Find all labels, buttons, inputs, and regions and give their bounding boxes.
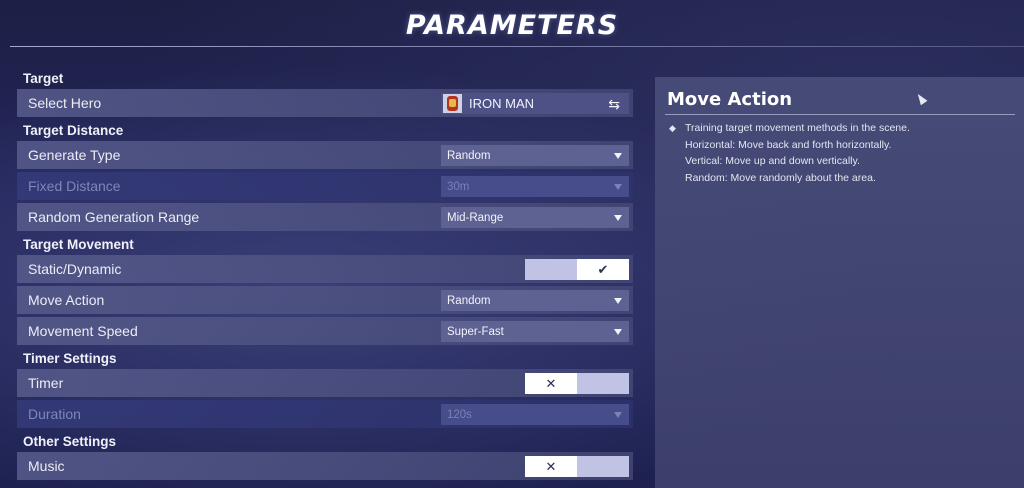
row-timer[interactable]: Timer ✕ xyxy=(17,369,633,397)
description-line: Training target movement methods in the … xyxy=(685,122,910,134)
hero-name: IRON MAN xyxy=(469,96,534,111)
info-panel-divider xyxy=(665,114,1015,115)
row-duration: Duration 120s xyxy=(17,400,633,428)
section-header-timer-settings: Timer Settings xyxy=(23,351,117,366)
row-label: Generate Type xyxy=(28,147,121,163)
dropdown-value: Random xyxy=(447,294,491,307)
toggle-on-side[interactable] xyxy=(577,373,629,394)
check-icon[interactable]: ✔ xyxy=(577,259,629,280)
row-fixed-distance: Fixed Distance 30m xyxy=(17,172,633,200)
chevron-down-icon xyxy=(614,329,622,335)
row-label: Random Generation Range xyxy=(28,209,200,225)
music-toggle[interactable]: ✕ xyxy=(525,456,629,477)
random-range-dropdown[interactable]: Mid-Range xyxy=(441,207,629,228)
row-label: Duration xyxy=(28,406,81,422)
row-select-hero[interactable]: Select Hero IRON MAN ⇆ xyxy=(17,89,633,117)
row-static-dynamic[interactable]: Static/Dynamic ✔ xyxy=(17,255,633,283)
chevron-down-icon xyxy=(614,298,622,304)
chevron-down-icon xyxy=(614,153,622,159)
toggle-off-side[interactable] xyxy=(525,259,577,280)
row-label: Movement Speed xyxy=(28,323,138,339)
row-label: Music xyxy=(28,458,65,474)
row-label: Move Action xyxy=(28,292,105,308)
row-label: Timer xyxy=(28,375,64,391)
row-label: Static/Dynamic xyxy=(28,261,122,277)
move-action-dropdown[interactable]: Random xyxy=(441,290,629,311)
close-icon[interactable]: ✕ xyxy=(525,373,577,394)
row-label: Select Hero xyxy=(28,95,102,111)
close-icon[interactable]: ✕ xyxy=(525,456,577,477)
duration-dropdown: 120s xyxy=(441,404,629,425)
description-line: Vertical: Move up and down vertically. xyxy=(685,155,860,167)
timer-toggle[interactable]: ✕ xyxy=(525,373,629,394)
section-header-target: Target xyxy=(23,71,64,86)
row-move-action[interactable]: Move Action Random xyxy=(17,286,633,314)
toggle-on-side[interactable] xyxy=(577,456,629,477)
section-header-other-settings: Other Settings xyxy=(23,434,117,449)
fixed-distance-dropdown: 30m xyxy=(441,176,629,197)
title-divider xyxy=(10,46,1024,47)
generate-type-dropdown[interactable]: Random xyxy=(441,145,629,166)
bullet-icon: ◆ xyxy=(669,123,676,133)
info-panel: Move Action ◆ Training target movement me… xyxy=(655,77,1024,488)
dropdown-value: 30m xyxy=(447,180,470,193)
static-dynamic-toggle[interactable]: ✔ xyxy=(525,259,629,280)
hero-avatar-icon xyxy=(443,94,462,113)
dropdown-value: Mid-Range xyxy=(447,211,504,224)
description-line: Horizontal: Move back and forth horizont… xyxy=(685,138,892,151)
chevron-down-icon xyxy=(614,184,622,190)
info-panel-title: Move Action xyxy=(667,89,793,110)
section-header-target-movement: Target Movement xyxy=(23,237,134,252)
chevron-down-icon xyxy=(614,412,622,418)
movement-speed-dropdown[interactable]: Super-Fast xyxy=(441,321,629,342)
page-title: PARAMETERS xyxy=(405,10,619,41)
chevron-down-icon xyxy=(614,215,622,221)
info-panel-description: ◆ Training target movement methods in the… xyxy=(669,120,910,186)
swap-icon[interactable]: ⇆ xyxy=(608,96,620,113)
row-music[interactable]: Music ✕ xyxy=(17,452,633,480)
cursor-icon xyxy=(914,91,928,106)
dropdown-value: Random xyxy=(447,149,491,162)
row-label: Fixed Distance xyxy=(28,178,121,194)
row-random-generation-range[interactable]: Random Generation Range Mid-Range xyxy=(17,203,633,231)
description-line: Random: Move randomly about the area. xyxy=(685,171,876,184)
dropdown-value: Super-Fast xyxy=(447,325,504,338)
parameters-list: Target Select Hero IRON MAN ⇆ Target Dis… xyxy=(17,68,633,483)
row-generate-type[interactable]: Generate Type Random xyxy=(17,141,633,169)
dropdown-value: 120s xyxy=(447,408,472,421)
section-header-target-distance: Target Distance xyxy=(23,123,124,138)
row-movement-speed[interactable]: Movement Speed Super-Fast xyxy=(17,317,633,345)
hero-selector[interactable]: IRON MAN ⇆ xyxy=(441,93,629,114)
